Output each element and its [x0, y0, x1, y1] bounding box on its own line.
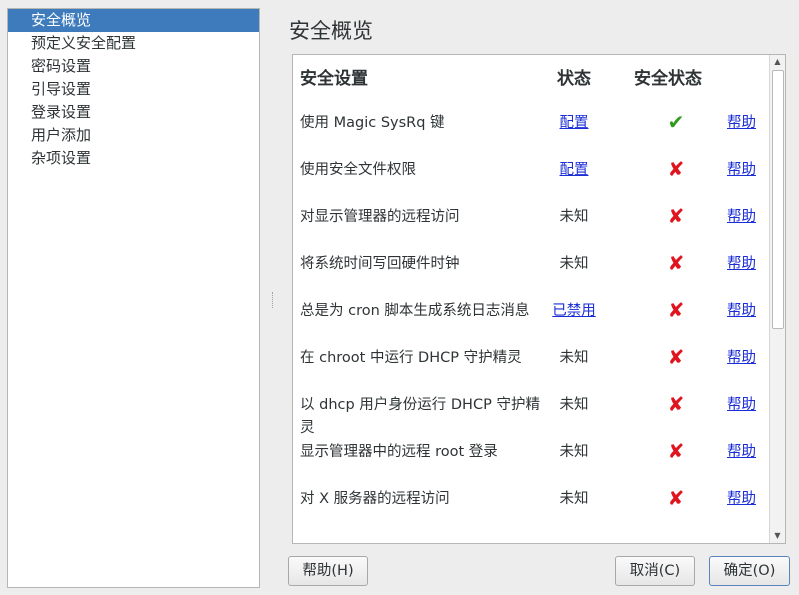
- scroll-down-arrow-icon[interactable]: ▼: [770, 529, 785, 543]
- header-status: 状态: [557, 69, 591, 89]
- help-link[interactable]: 帮助: [727, 444, 756, 460]
- status-text: 未知: [559, 256, 589, 272]
- security-overview-panel: 安全设置 状态 安全状态 使用 Magic SysRq 键配置 ✔ 帮助 使用安全文件…: [292, 54, 786, 544]
- table-row: 使用安全文件权限 配置 ✘ 帮助: [293, 157, 768, 206]
- check-icon: ✔: [667, 110, 685, 134]
- help-link[interactable]: 帮助: [727, 397, 756, 413]
- help-button[interactable]: 帮助(H): [288, 556, 368, 586]
- help-cell: 帮助: [727, 253, 756, 276]
- cancel-button[interactable]: 取消(C): [615, 556, 695, 586]
- sidebar-item[interactable]: 引导设置: [8, 78, 259, 101]
- help-cell: 帮助: [727, 441, 756, 464]
- help-cell: 帮助: [727, 394, 756, 417]
- setting-name: 使用 Magic SysRq 键: [300, 115, 445, 131]
- vertical-scrollbar[interactable]: ▲ ▼: [769, 55, 785, 543]
- setting-name: 对显示管理器的远程访问: [300, 209, 460, 225]
- status-cell: 未知: [533, 394, 615, 417]
- status-text: 未知: [559, 209, 589, 225]
- header-security-status: 安全状态: [634, 69, 702, 89]
- help-cell: 帮助: [727, 347, 756, 370]
- table-row: 对显示管理器的远程访问 未知 ✘ 帮助: [293, 204, 768, 253]
- cross-icon: ✘: [667, 298, 685, 322]
- status-cell: 配置: [533, 112, 615, 135]
- status-cell: 未知: [533, 347, 615, 370]
- help-link[interactable]: 帮助: [727, 350, 756, 366]
- setting-name: 总是为 cron 脚本生成系统日志消息: [300, 303, 530, 319]
- setting-name: 显示管理器中的远程 root 登录: [300, 444, 498, 460]
- scroll-up-arrow-icon[interactable]: ▲: [770, 55, 785, 69]
- status-text: 未知: [559, 444, 589, 460]
- help-cell: 帮助: [727, 206, 756, 229]
- table-row: 在 chroot 中运行 DHCP 守护精灵 未知 ✘ 帮助: [293, 345, 768, 394]
- cross-icon: ✘: [667, 251, 685, 275]
- status-text: 未知: [559, 397, 589, 413]
- status-cell: 未知: [533, 206, 615, 229]
- status-cell: 未知: [533, 253, 615, 276]
- pane-resize-handle[interactable]: [272, 292, 275, 308]
- cross-icon: ✘: [667, 345, 685, 369]
- status-text: 未知: [559, 491, 589, 507]
- table-row: 对 X 服务器的远程访问 未知 ✘ 帮助: [293, 486, 768, 535]
- help-link[interactable]: 帮助: [727, 115, 756, 131]
- sidebar-item[interactable]: 预定义安全配置: [8, 32, 259, 55]
- help-cell: 帮助: [727, 300, 756, 323]
- status-cell: 配置: [533, 159, 615, 182]
- setting-name: 对 X 服务器的远程访问: [300, 491, 450, 507]
- help-cell: 帮助: [727, 159, 756, 182]
- table-row: 以 dhcp 用户身份运行 DHCP 守护精灵 未知 ✘ 帮助: [293, 392, 768, 441]
- setting-name: 在 chroot 中运行 DHCP 守护精灵: [300, 350, 522, 366]
- help-link[interactable]: 帮助: [727, 303, 756, 319]
- status-link[interactable]: 配置: [560, 162, 589, 178]
- setting-name: 将系统时间写回硬件时钟: [300, 256, 460, 272]
- scroll-thumb[interactable]: [772, 70, 784, 329]
- sidebar-item[interactable]: 登录设置: [8, 101, 259, 124]
- help-cell: 帮助: [727, 112, 756, 135]
- cross-icon: ✘: [667, 486, 685, 510]
- status-link[interactable]: 已禁用: [552, 303, 596, 319]
- help-link[interactable]: 帮助: [727, 256, 756, 272]
- status-cell: 未知: [533, 488, 615, 511]
- help-link[interactable]: 帮助: [727, 162, 756, 178]
- status-cell: 未知: [533, 441, 615, 464]
- sidebar-list: 安全概览 预定义安全配置 密码设置 引导设置 登录设置 用户添加 杂项设置: [8, 9, 259, 170]
- status-text: 未知: [559, 350, 589, 366]
- cross-icon: ✘: [667, 157, 685, 181]
- setting-name: 使用安全文件权限: [300, 162, 416, 178]
- help-link[interactable]: 帮助: [727, 209, 756, 225]
- setting-name: 以 dhcp 用户身份运行 DHCP 守护精灵: [300, 397, 540, 436]
- sidebar-item[interactable]: 用户添加: [8, 124, 259, 147]
- sidebar-item[interactable]: 安全概览: [8, 9, 259, 32]
- page-title: 安全概览: [289, 19, 373, 43]
- cross-icon: ✘: [667, 439, 685, 463]
- header-setting: 安全设置: [300, 69, 368, 89]
- sidebar: 安全概览 预定义安全配置 密码设置 引导设置 登录设置 用户添加 杂项设置: [7, 8, 260, 588]
- status-link[interactable]: 配置: [560, 115, 589, 131]
- help-link[interactable]: 帮助: [727, 491, 756, 507]
- table-row: 总是为 cron 脚本生成系统日志消息 已禁用 ✘ 帮助: [293, 298, 768, 347]
- table-row: 使用 Magic SysRq 键 配置 ✔ 帮助: [293, 110, 768, 159]
- ok-button[interactable]: 确定(O): [709, 556, 790, 586]
- table-row: 显示管理器中的远程 root 登录 未知 ✘ 帮助: [293, 439, 768, 488]
- table-row: 将系统时间写回硬件时钟 未知 ✘ 帮助: [293, 251, 768, 300]
- status-cell: 已禁用: [533, 300, 615, 323]
- sidebar-item[interactable]: 杂项设置: [8, 147, 259, 170]
- cross-icon: ✘: [667, 204, 685, 228]
- sidebar-item[interactable]: 密码设置: [8, 55, 259, 78]
- help-cell: 帮助: [727, 488, 756, 511]
- cross-icon: ✘: [667, 392, 685, 416]
